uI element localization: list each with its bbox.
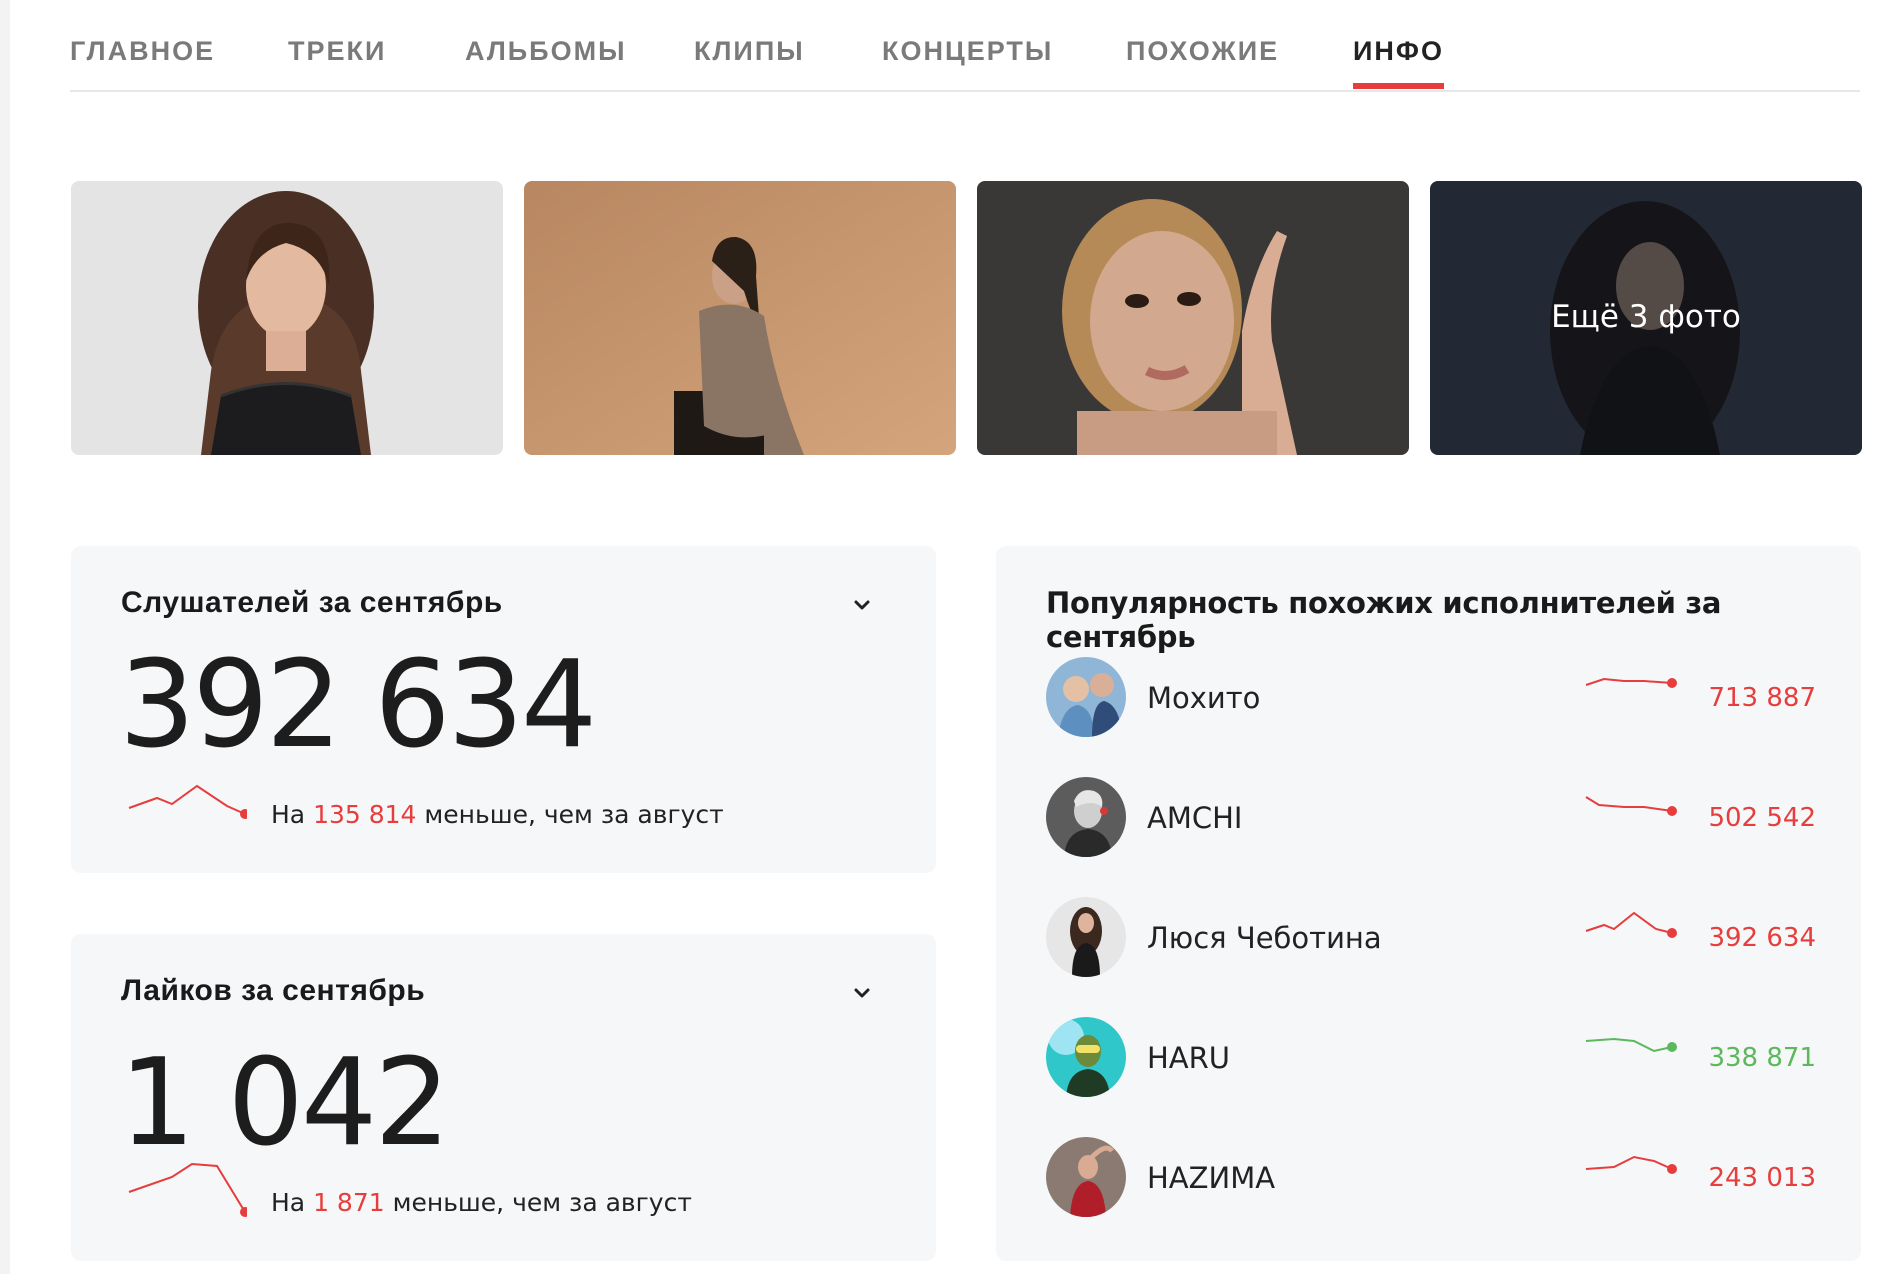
artist-name: Мохито	[1147, 681, 1261, 715]
left-edge	[0, 0, 10, 1274]
artist-photo-more[interactable]: Ещё 3 фото	[1430, 181, 1862, 455]
listeners-trend-sparkline	[128, 784, 247, 819]
likes-value: 1 042	[119, 1034, 451, 1173]
artist-name: HAZИMA	[1147, 1161, 1276, 1195]
similar-artists-card: Популярность похожих исполнителей за сен…	[996, 546, 1861, 1261]
artist-name: Люся Чеботина	[1147, 921, 1382, 955]
trend-sparkline	[1585, 796, 1677, 816]
similar-artist-row[interactable]: Люся Чеботина 392 634	[1046, 897, 1816, 981]
likes-title: Лайков за сентябрь	[121, 974, 426, 1007]
similar-artist-row[interactable]: HARU 338 871	[1046, 1017, 1816, 1101]
likes-trend-sparkline	[128, 1162, 247, 1217]
artist-listener-count: 243 013	[1708, 1163, 1816, 1193]
artist-name: AMCHI	[1147, 801, 1243, 835]
listeners-delta-value: 135 814	[313, 800, 417, 829]
trend-sparkline	[1585, 1155, 1677, 1174]
avatar	[1046, 897, 1126, 977]
similar-artist-row[interactable]: AMCHI 502 542	[1046, 777, 1816, 861]
artist-photo-1[interactable]	[71, 181, 503, 455]
listeners-title: Слушателей за сентябрь	[121, 586, 503, 619]
tab-info[interactable]: ИНФО	[1353, 36, 1444, 89]
trend-sparkline	[1585, 1037, 1677, 1053]
artist-photo-2[interactable]	[524, 181, 956, 455]
artist-listener-count: 338 871	[1708, 1043, 1816, 1073]
listeners-card: Слушателей за сентябрь 392 634 На 135 81…	[71, 546, 936, 873]
avatar	[1046, 657, 1126, 737]
trend-sparkline	[1585, 677, 1677, 688]
artist-listener-count: 392 634	[1708, 923, 1816, 953]
listeners-delta: На 135 814 меньше, чем за август	[271, 800, 724, 829]
similar-artist-row[interactable]: Мохито 713 887	[1046, 657, 1816, 741]
tab-albums[interactable]: АЛЬБОМЫ	[465, 36, 627, 87]
avatar	[1046, 1017, 1126, 1097]
likes-delta-value: 1 871	[313, 1188, 385, 1217]
likes-delta: На 1 871 меньше, чем за август	[271, 1188, 692, 1217]
tab-concerts[interactable]: КОНЦЕРТЫ	[882, 36, 1053, 87]
avatar	[1046, 1137, 1126, 1217]
similar-artists-title: Популярность похожих исполнителей за сен…	[1046, 586, 1722, 654]
tab-similar[interactable]: ПОХОЖИЕ	[1126, 36, 1279, 87]
chevron-down-icon[interactable]	[851, 982, 873, 1004]
likes-card: Лайков за сентябрь 1 042 На 1 871 меньше…	[71, 934, 936, 1261]
tab-main[interactable]: ГЛАВНОЕ	[70, 36, 215, 87]
artist-photo-3[interactable]	[977, 181, 1409, 455]
tab-bar: ГЛАВНОЕ ТРЕКИ АЛЬБОМЫ КЛИПЫ КОНЦЕРТЫ ПОХ…	[70, 0, 1860, 92]
tab-clips[interactable]: КЛИПЫ	[694, 36, 805, 87]
artist-name: HARU	[1147, 1041, 1231, 1075]
tab-tracks[interactable]: ТРЕКИ	[288, 36, 386, 87]
similar-artist-row[interactable]: HAZИMA 243 013	[1046, 1137, 1816, 1221]
listeners-value: 392 634	[119, 636, 597, 775]
trend-sparkline	[1585, 911, 1677, 938]
more-photos-label: Ещё 3 фото	[1551, 299, 1741, 335]
artist-listener-count: 713 887	[1708, 683, 1816, 713]
chevron-down-icon[interactable]	[851, 594, 873, 616]
artist-listener-count: 502 542	[1708, 803, 1816, 833]
avatar	[1046, 777, 1126, 857]
